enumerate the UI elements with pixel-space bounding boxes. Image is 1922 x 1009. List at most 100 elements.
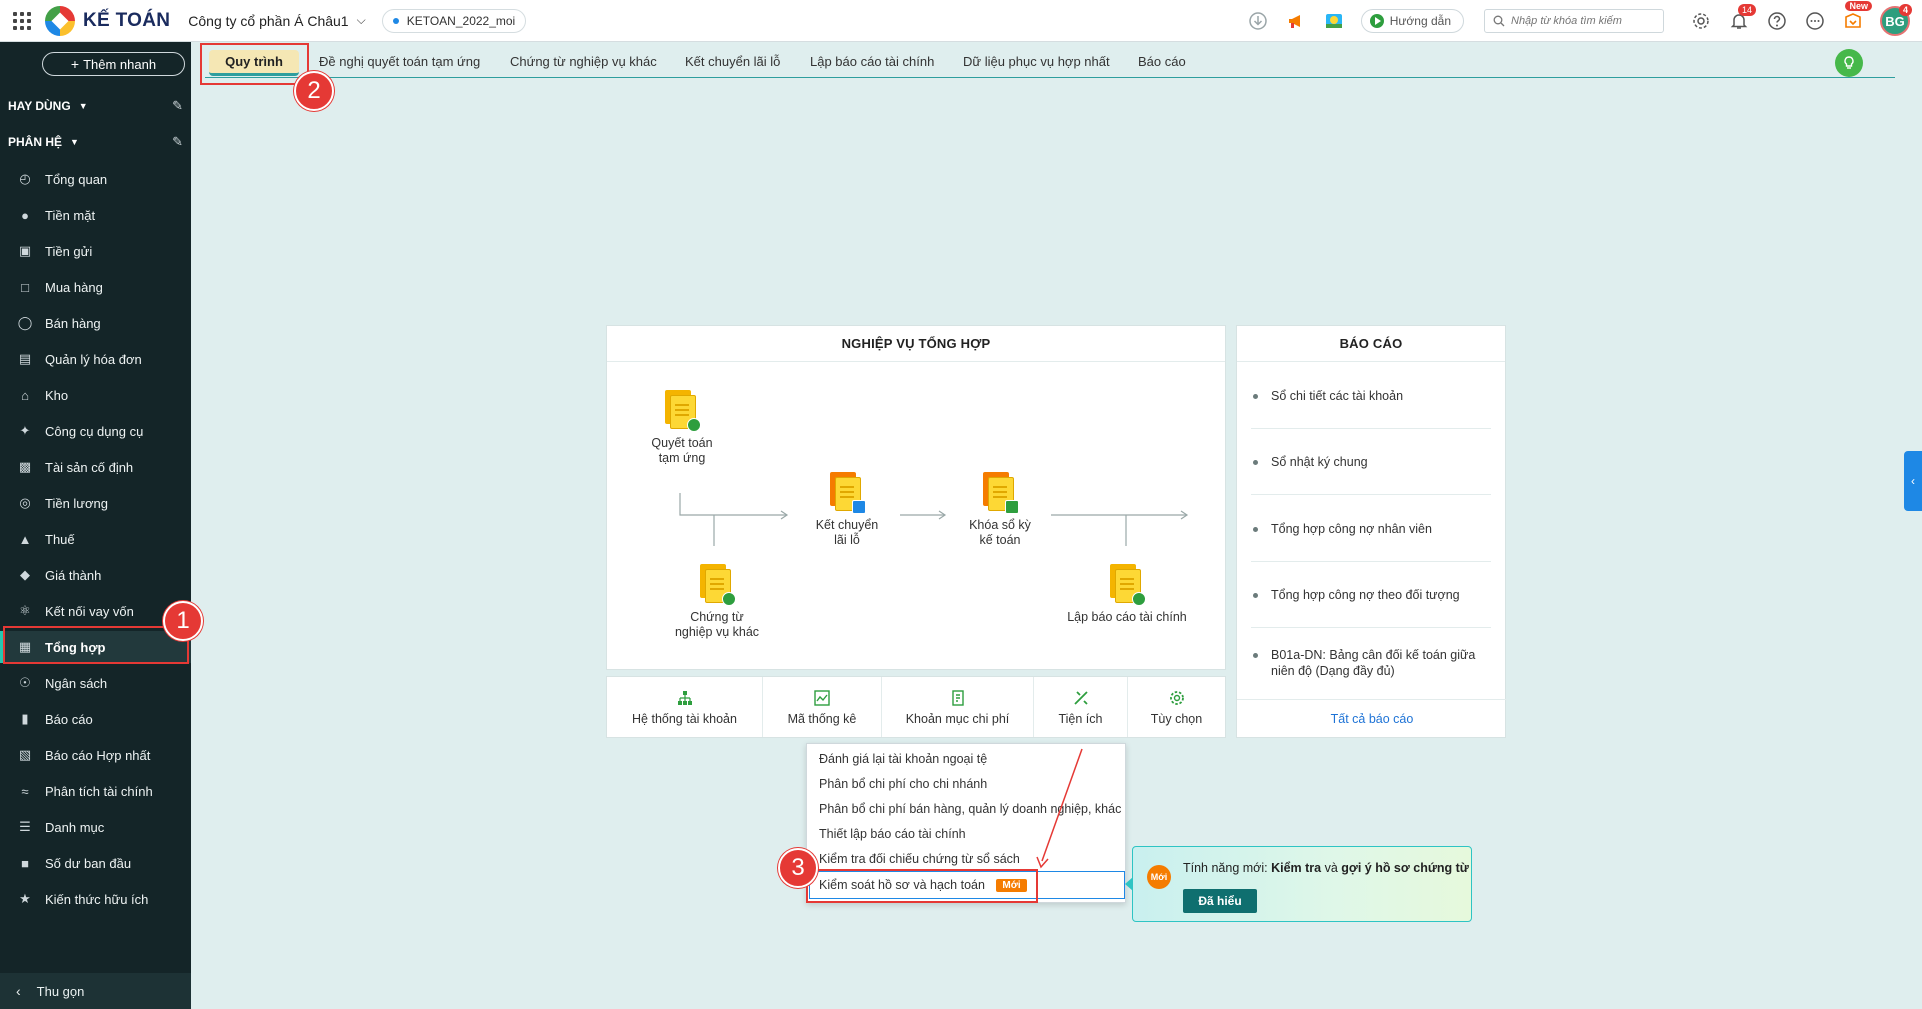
app-grid-icon[interactable] — [13, 11, 31, 30]
sidebar-item-label: Ngân sách — [45, 675, 108, 691]
megaphone-icon[interactable] — [1285, 10, 1307, 32]
annotation-box-3 — [806, 869, 1038, 903]
lightbulb-icon[interactable] — [1835, 49, 1863, 77]
section-modules[interactable]: PHÂN HỆ ▼ ✎ — [8, 132, 183, 152]
sidebar-item[interactable]: ■ Số dư ban đầu — [0, 847, 191, 879]
sidebar-item[interactable]: ▣ Tiền gửi — [0, 235, 191, 267]
sidebar-item-label: Kiến thức hữu ích — [45, 891, 149, 907]
tab-consolidation-data[interactable]: Dữ liệu phục vụ hợp nhất — [963, 54, 1110, 69]
sidebar-item-label: Số dư ban đầu — [45, 855, 132, 871]
tab-reports[interactable]: Báo cáo — [1138, 54, 1186, 69]
menu-item-revalue-foreign-currency[interactable]: Đánh giá lại tài khoản ngoại tệ — [819, 752, 987, 766]
top-bar: KẾ TOÁN Công ty cổ phần Á Châu1 ⌵ KETOAN… — [0, 0, 1922, 42]
node-other-vouchers[interactable]: Chứng từ nghiệp vụ khác — [667, 564, 767, 640]
whats-new-icon[interactable]: New — [1842, 1, 1872, 32]
chevron-left-icon: ‹ — [16, 983, 21, 999]
sidebar-item[interactable]: ◆ Giá thành — [0, 559, 191, 591]
chevron-down-icon: ⌵ — [356, 13, 366, 27]
advance-settlement-icon — [665, 390, 701, 432]
menu-item-setup-financial-report[interactable]: Thiết lập báo cáo tài chính — [819, 827, 966, 841]
sidebar-item[interactable]: ◯ Bán hàng — [0, 307, 191, 339]
sidebar-item[interactable]: ▮ Báo cáo — [0, 703, 191, 735]
collapse-sidebar-button[interactable]: ‹ Thu gọn — [0, 973, 191, 1009]
node-advance-settlement[interactable]: Quyết toán tạm ứng — [637, 390, 727, 466]
sidebar-item[interactable]: ▤ Quản lý hóa đơn — [0, 343, 191, 375]
sidebar-item[interactable]: ▲ Thuế — [0, 523, 191, 555]
logo-text: KẾ TOÁN — [83, 9, 171, 31]
sidebar-item[interactable]: ★ Kiến thức hữu ích — [0, 883, 191, 915]
node-financial-report[interactable]: Lập báo cáo tài chính — [1052, 564, 1202, 625]
shopping-bag-icon: □ — [21, 279, 29, 295]
sidebar-item[interactable]: ◴ Tổng quan — [0, 163, 191, 195]
sidebar-item[interactable]: ◎ Tiền lương — [0, 487, 191, 519]
menu-item-reconcile-vouchers[interactable]: Kiểm tra đối chiếu chứng từ sổ sách — [819, 852, 1020, 866]
user-avatar[interactable]: BG 4 — [1880, 4, 1912, 36]
section-favorites[interactable]: HAY DÙNG ▼ ✎ — [8, 96, 183, 116]
dashboard-icon: ◴ — [19, 171, 31, 186]
tool-statistics-code[interactable]: Mã thống kê — [763, 677, 882, 737]
tool-expense-items[interactable]: Khoản mục chi phí — [882, 677, 1034, 737]
download-icon[interactable] — [1247, 10, 1269, 32]
node-lock-books[interactable]: Khóa sổ kỳ kế toán — [950, 472, 1050, 548]
invoice-icon: ▤ — [18, 351, 32, 366]
database-pill[interactable]: KETOAN_2022_moi — [381, 8, 527, 33]
tab-financial-report[interactable]: Lập báo cáo tài chính — [810, 54, 934, 69]
report-item[interactable]: Tổng hợp công nợ nhân viên — [1251, 521, 1491, 537]
menu-item-allocate-branch-cost[interactable]: Phân bổ chi phí cho chi nhánh — [819, 777, 987, 791]
sidebar-item[interactable]: ▩ Tài sản cố định — [0, 451, 191, 483]
search-box[interactable] — [1484, 9, 1664, 33]
module-tabs: Quy trình Đề nghị quyết toán tạm ứng Chứ… — [191, 42, 1922, 80]
sidebar: + Thêm nhanh HAY DÙNG ▼ ✎ PHÂN HỆ ▼ ✎ ◴ T… — [0, 42, 191, 1009]
warehouse-icon: ⌂ — [21, 387, 29, 403]
report-item[interactable]: Tổng hợp công nợ theo đối tượng — [1251, 587, 1491, 603]
edit-pencil-icon[interactable]: ✎ — [172, 134, 183, 150]
sidebar-item-label: Kho — [45, 387, 69, 403]
app-logo[interactable]: KẾ TOÁN — [45, 5, 171, 36]
expense-icon — [949, 689, 967, 707]
tool-utilities[interactable]: Tiện ích — [1034, 677, 1128, 737]
quick-add-button[interactable]: + Thêm nhanh — [42, 52, 185, 76]
report-item[interactable]: B01a-DN: Bảng cân đối kế toán giữa niên … — [1251, 647, 1491, 679]
tool-options[interactable]: Tùy chọn — [1128, 677, 1225, 737]
image-icon[interactable] — [1323, 10, 1345, 32]
tool-label: Mã thống kê — [787, 711, 857, 726]
tab-advance-settlement[interactable]: Đề nghị quyết toán tạm ứng — [319, 54, 480, 69]
search-input[interactable] — [1511, 15, 1651, 27]
more-options-icon[interactable] — [1804, 10, 1826, 32]
sidebar-item[interactable]: ☰ Danh mục — [0, 811, 191, 843]
node-profit-transfer[interactable]: Kết chuyển lãi lỗ — [797, 472, 897, 548]
report-item[interactable]: Sổ nhật ký chung — [1251, 454, 1491, 470]
profit-transfer-icon — [830, 472, 866, 514]
notification-bell-icon[interactable]: 14 — [1728, 4, 1756, 32]
sidebar-item[interactable]: ⌂ Kho — [0, 379, 191, 411]
salary-icon: ◎ — [19, 495, 31, 510]
company-selector[interactable]: Công ty cổ phần Á Châu1 ⌵ — [188, 13, 365, 29]
help-icon[interactable] — [1766, 10, 1788, 32]
side-panel-toggle[interactable]: ‹ — [1904, 451, 1922, 511]
sidebar-item[interactable]: ≈ Phân tích tài chính — [0, 775, 191, 807]
quick-add-label: Thêm nhanh — [83, 56, 157, 72]
consolidated-report-icon: ▧ — [18, 747, 32, 762]
annotation-number-2: 2 — [294, 71, 334, 111]
section-modules-label: PHÂN HỆ — [8, 135, 63, 149]
sidebar-item[interactable]: □ Mua hàng — [0, 271, 191, 303]
tab-profit-transfer[interactable]: Kết chuyển lãi lỗ — [685, 54, 780, 69]
sidebar-item[interactable]: ☉ Ngân sách — [0, 667, 191, 699]
all-reports-link[interactable]: Tất cả báo cáo — [1237, 699, 1507, 737]
settings-gear-icon[interactable] — [1690, 10, 1712, 32]
notification-count: 14 — [1737, 4, 1756, 16]
sidebar-item[interactable]: ▧ Báo cáo Hợp nhất — [0, 739, 191, 771]
guide-button[interactable]: Hướng dẫn — [1360, 9, 1464, 33]
tab-other-vouchers[interactable]: Chứng từ nghiệp vụ khác — [510, 54, 657, 69]
sidebar-item[interactable]: ● Tiền mặt — [0, 199, 191, 231]
edit-pencil-icon[interactable]: ✎ — [172, 98, 183, 114]
understood-button[interactable]: Đã hiểu — [1183, 889, 1257, 913]
sidebar-item-label: Tiền gửi — [45, 243, 93, 259]
report-divider — [1251, 494, 1491, 495]
budget-icon: ☉ — [19, 675, 31, 690]
report-item[interactable]: Sổ chi tiết các tài khoản — [1251, 388, 1491, 404]
logo-mark-icon — [45, 5, 75, 36]
loan-icon: ⚛ — [19, 603, 31, 618]
sidebar-item[interactable]: ✦ Công cụ dụng cụ — [0, 415, 191, 447]
tool-chart-of-accounts[interactable]: Hệ thống tài khoản — [607, 677, 763, 737]
